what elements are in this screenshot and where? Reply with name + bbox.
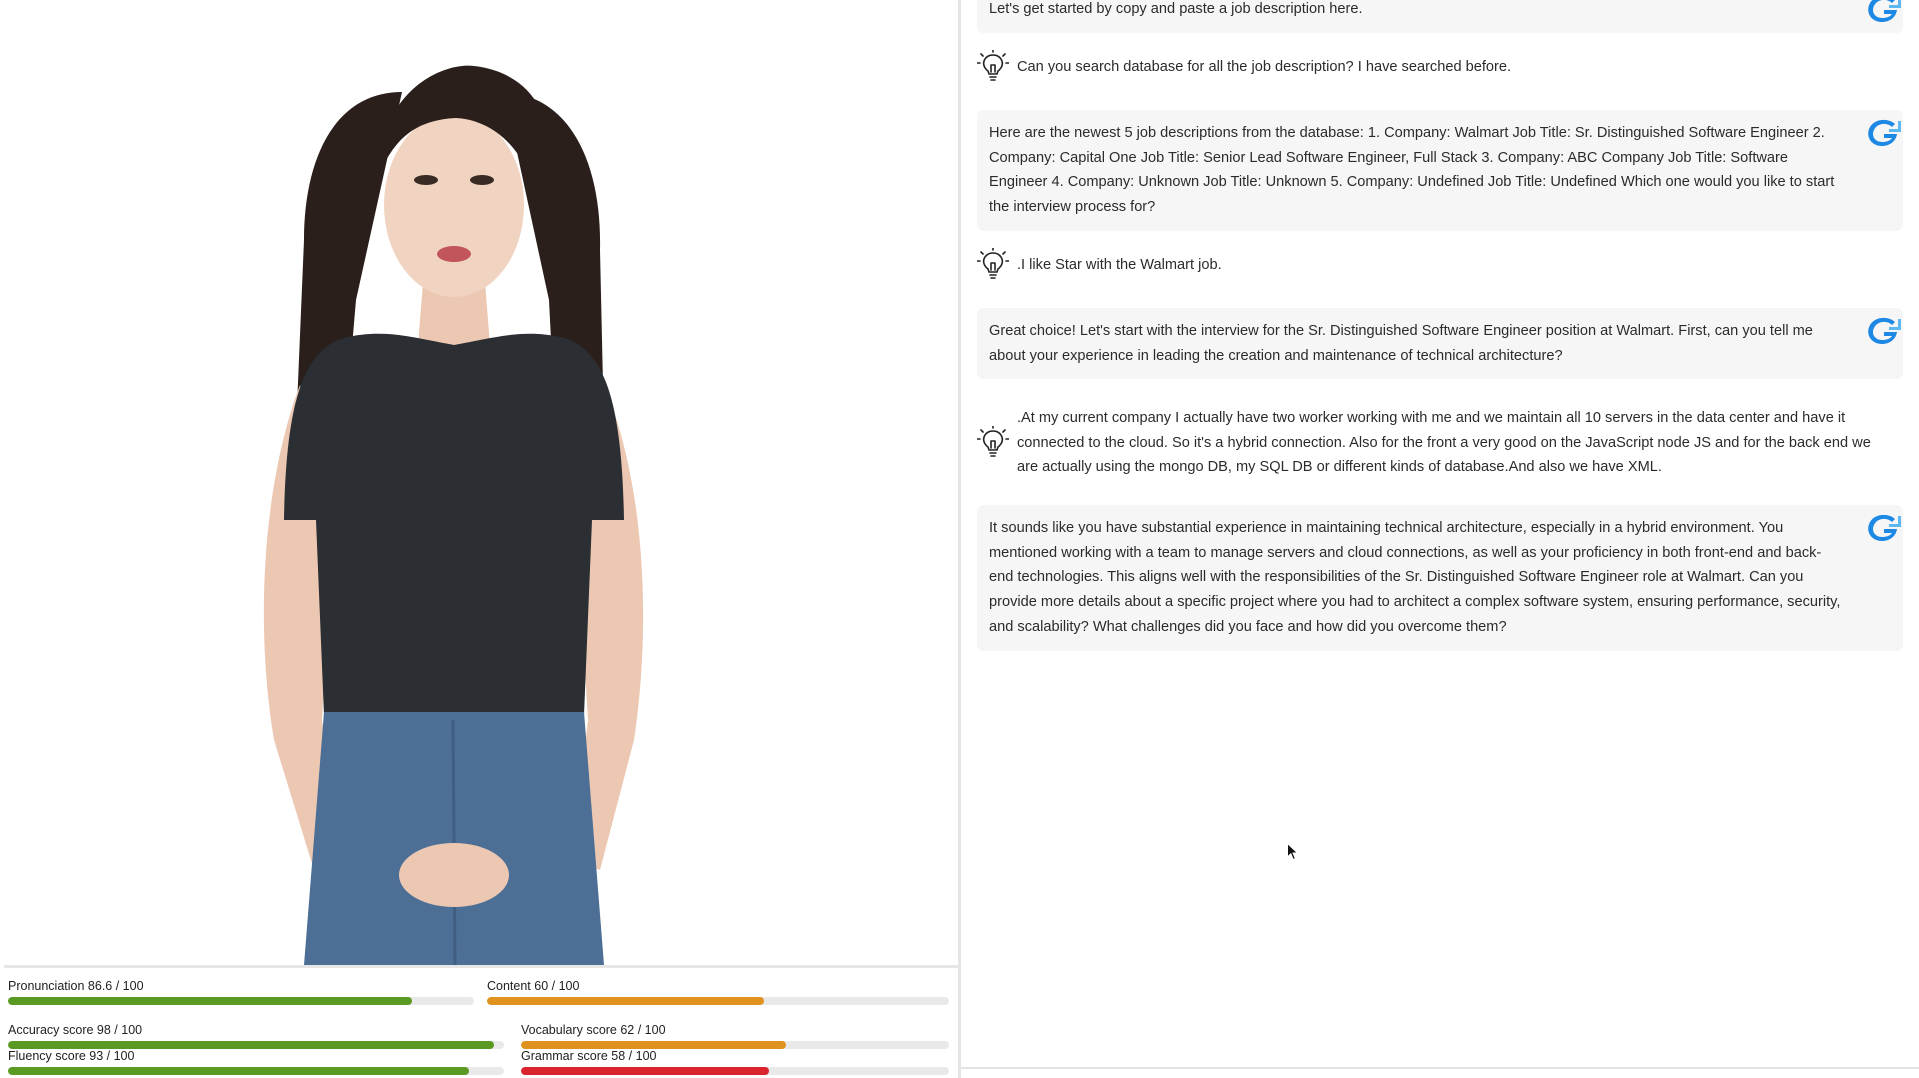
chat-message-user: .I like Star with the Walmart job.	[977, 248, 1903, 280]
content-score-fill	[487, 997, 765, 1005]
ai-logo-icon	[1868, 0, 1901, 22]
pronunciation-score-label: Pronunciation 86.6 / 100	[8, 979, 144, 993]
grammar-score-label: Grammar score 58 / 100	[521, 1049, 657, 1063]
pronunciation-score-fill	[8, 997, 412, 1005]
mouse-cursor-icon	[1287, 843, 1299, 861]
avatar-video-panel	[4, 0, 958, 965]
chat-message-ai: Here are the newest 5 job descriptions f…	[977, 110, 1903, 231]
chat-message-text: .At my current company I actually have t…	[1017, 410, 1871, 476]
ai-logo-icon	[1868, 514, 1901, 541]
accuracy-score-label: Accuracy score 98 / 100	[8, 1023, 143, 1037]
chat-message-user: Can you search database for all the job …	[977, 50, 1903, 82]
chat-message-text: It sounds like you have substantial expe…	[989, 520, 1841, 635]
vocabulary-score-fill	[521, 1041, 787, 1049]
lightbulb-icon	[977, 248, 1009, 280]
chat-bottom-divider	[961, 1067, 1919, 1069]
chat-message-text: Great choice! Let's start with the inter…	[989, 323, 1813, 364]
chat-message-text: Here are the newest 5 job descriptions f…	[989, 125, 1835, 216]
fluency-score: Fluency score 93 / 100	[8, 1049, 504, 1075]
app-window: Pronunciation 86.6 / 100 Content 60 / 10…	[0, 0, 1919, 1078]
chat-transcript-panel[interactable]: Let's get started by copy and paste a jo…	[961, 0, 1919, 1068]
fluency-score-fill	[8, 1067, 470, 1075]
grammar-score: Grammar score 58 / 100	[521, 1049, 949, 1075]
pronunciation-score: Pronunciation 86.6 / 100	[8, 979, 474, 1005]
chat-message-user: .At my current company I actually have t…	[977, 406, 1903, 480]
chat-message-text: Let's get started by copy and paste a jo…	[989, 1, 1363, 17]
chat-message-text: .I like Star with the Walmart job.	[1017, 257, 1222, 273]
chat-message-ai: Great choice! Let's start with the inter…	[977, 308, 1903, 380]
avatar-presenter-image	[263, 65, 644, 965]
score-panel: Pronunciation 86.6 / 100 Content 60 / 10…	[4, 965, 958, 1078]
grammar-score-track	[521, 1067, 949, 1075]
lightbulb-icon	[977, 50, 1009, 82]
grammar-score-fill	[521, 1067, 770, 1075]
vocabulary-score: Vocabulary score 62 / 100	[521, 1023, 949, 1049]
accuracy-score-track	[8, 1041, 504, 1049]
content-score-track	[487, 997, 949, 1005]
ai-logo-icon	[1868, 317, 1901, 344]
accuracy-score-fill	[8, 1041, 495, 1049]
content-score-label: Content 60 / 100	[487, 979, 580, 993]
lightbulb-icon	[977, 426, 1009, 457]
fluency-score-label: Fluency score 93 / 100	[8, 1049, 135, 1063]
fluency-score-track	[8, 1067, 504, 1075]
chat-message-ai: Let's get started by copy and paste a jo…	[977, 0, 1903, 33]
vocabulary-score-track	[521, 1041, 949, 1049]
chat-message-ai: It sounds like you have substantial expe…	[977, 505, 1903, 651]
content-score: Content 60 / 100	[487, 979, 949, 1005]
pronunciation-score-track	[8, 997, 474, 1005]
ai-logo-icon	[1868, 119, 1901, 146]
vocabulary-score-label: Vocabulary score 62 / 100	[521, 1023, 666, 1037]
chat-message-text: Can you search database for all the job …	[1017, 59, 1512, 75]
accuracy-score: Accuracy score 98 / 100	[8, 1023, 504, 1049]
